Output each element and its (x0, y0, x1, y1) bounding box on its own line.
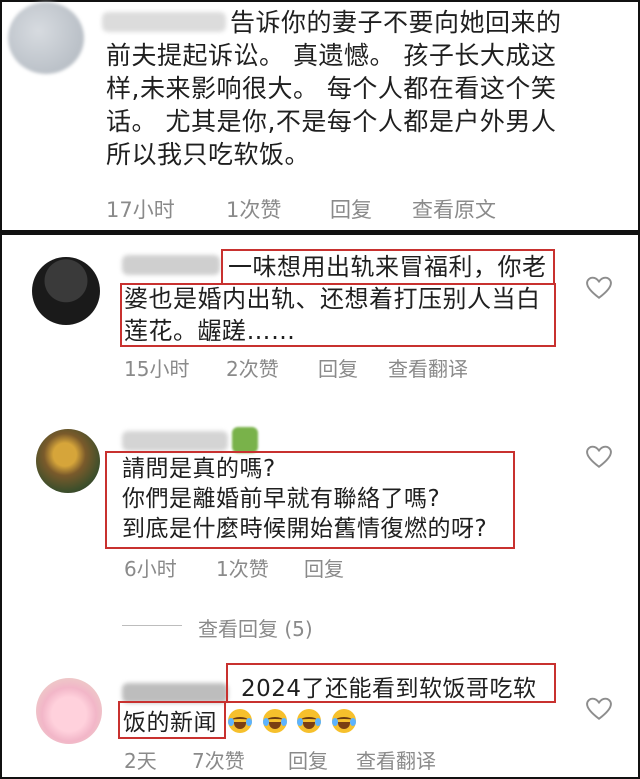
comment-text: 一味想用出轨来冒福利，你老 婆也是婚内出轨、还想着打压别人当白 莲花。龌蹉…… (124, 251, 564, 347)
comment-meta: 15小时 2次赞 回复 查看翻译 (124, 353, 564, 381)
comment-meta: 2天 7次赞 回复 查看翻译 (124, 745, 564, 773)
reply-button[interactable]: 回复 (318, 353, 358, 382)
face-with-tears-of-joy-emoji (332, 709, 357, 733)
comment-line: 一味想用出轨来冒福利，你老 (228, 253, 547, 281)
timestamp: 15小时 (124, 357, 190, 381)
comment-line: 告诉你的妻子不要向她回来的 (230, 8, 562, 37)
comment-text: 2024了还能看到软饭哥吃软 饭的新闻 (123, 672, 563, 740)
username-blurred[interactable] (122, 431, 228, 451)
like-count[interactable]: 2次赞 (226, 353, 279, 382)
comment-line: 你們是離婚前早就有聯絡了嗎? (122, 486, 441, 512)
comment-text: 告诉你的妻子不要向她回来的 前夫提起诉讼。 真遗憾。 孩子长大成这 样,未来影响… (106, 6, 626, 171)
comment-line: 請問是真的嗎? (122, 456, 276, 482)
comment-line: 所以我只吃软饭。 (106, 140, 311, 169)
heart-icon[interactable] (586, 697, 612, 721)
like-count[interactable]: 1次赞 (226, 194, 281, 224)
translate-button[interactable]: 查看翻译 (388, 353, 468, 382)
view-original-button[interactable]: 查看原文 (412, 194, 496, 224)
comment-meta: 17小时 1次赞 回复 查看原文 (106, 194, 626, 222)
comment-line: 前夫提起诉讼。 真遗憾。 孩子长大成这 (106, 41, 557, 70)
comments-list: 一味想用出轨来冒福利，你老 婆也是婚内出轨、还想着打压别人当白 莲花。龌蹉…… … (0, 232, 640, 779)
timestamp: 17小时 (106, 198, 175, 222)
heart-icon[interactable] (586, 276, 612, 300)
like-count[interactable]: 1次赞 (216, 553, 269, 582)
avatar[interactable] (8, 2, 84, 74)
avatar[interactable] (36, 429, 100, 493)
view-replies-button[interactable]: 查看回复 (5) (198, 613, 313, 642)
avatar[interactable] (36, 678, 102, 744)
comment-line: 样,未来影响很大。 每个人都在看这个笑 (106, 74, 557, 103)
face-with-tears-of-joy-emoji (297, 709, 322, 733)
face-with-tears-of-joy-emoji (262, 709, 287, 733)
replies-divider (122, 625, 182, 626)
face-with-tears-of-joy-emoji (227, 709, 252, 733)
top-comment-card: 告诉你的妻子不要向她回来的 前夫提起诉讼。 真遗憾。 孩子长大成这 样,未来影响… (0, 0, 640, 232)
translate-button[interactable]: 查看翻译 (356, 745, 436, 774)
comment-line: 饭的新闻 (123, 706, 563, 740)
comment-meta: 6小时 1次赞 回复 (124, 553, 564, 581)
comment-line: 到底是什麼時候開始舊情復燃的呀? (122, 516, 488, 542)
comment-line: 2024了还能看到软饭哥吃软 (241, 676, 537, 702)
avatar[interactable] (32, 257, 100, 325)
heart-icon[interactable] (586, 445, 612, 469)
reply-button[interactable]: 回复 (304, 553, 344, 582)
view-replies-label: 查看回复 (5) (198, 617, 313, 641)
comment-line: 话。 尤其是你,不是每个人都是户外男人 (106, 107, 557, 136)
timestamp: 2天 (124, 749, 157, 773)
like-count[interactable]: 7次赞 (192, 745, 245, 774)
comment-line: 婆也是婚内出轨、还想着打压别人当白 (124, 285, 541, 313)
comment-line: 莲花。龌蹉…… (124, 317, 296, 345)
timestamp: 6小时 (124, 557, 177, 581)
username-badge (232, 427, 258, 453)
reply-button[interactable]: 回复 (330, 194, 372, 224)
reply-button[interactable]: 回复 (288, 745, 328, 774)
comment-line-text: 饭的新闻 (123, 710, 217, 736)
comment-text: 請問是真的嗎? 你們是離婚前早就有聯絡了嗎? 到底是什麼時候開始舊情復燃的呀? (122, 454, 522, 544)
